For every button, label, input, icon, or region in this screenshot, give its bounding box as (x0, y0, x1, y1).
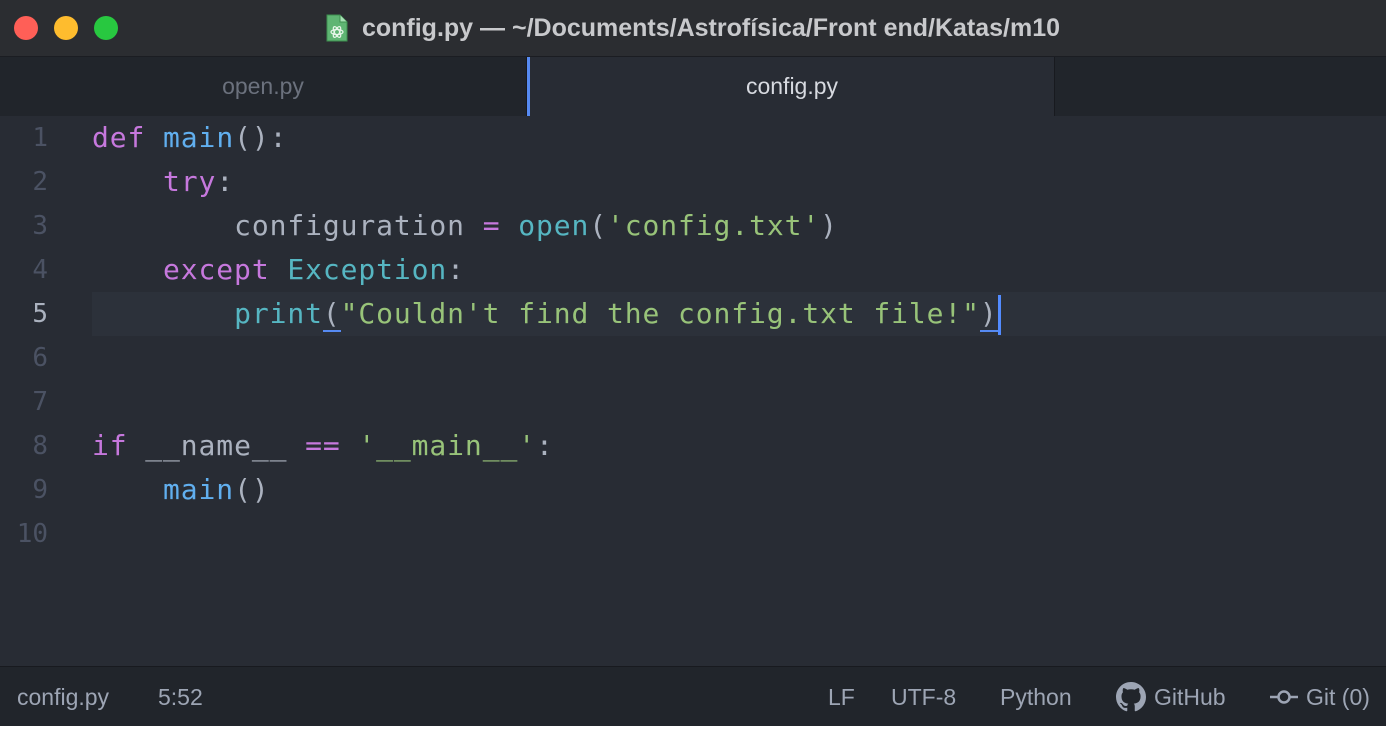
line-number[interactable]: 8 (0, 424, 48, 468)
background-document-strip (0, 726, 1386, 732)
tab-label: open.py (222, 73, 304, 99)
token-punct: : (535, 429, 554, 462)
token-string: '__main__' (358, 429, 536, 462)
token-keyword: try (163, 165, 217, 198)
token-punct: ( (589, 209, 608, 242)
token-bracket-match: ( (322, 297, 341, 332)
token-bracket-match: ) (979, 297, 998, 332)
line-number[interactable]: 1 (0, 116, 48, 160)
tab-config-py[interactable]: config.py (527, 57, 1055, 116)
git-commit-icon (1270, 687, 1298, 707)
tab-bar: open.py config.py (0, 57, 1386, 117)
code-editor[interactable]: 1 2 3 4 5 6 7 8 9 10 def main(): try: co… (0, 116, 1386, 666)
window-title-area: config.py — ~/Documents/Astrofísica/Fron… (0, 0, 1386, 56)
status-line-ending-label: LF (828, 683, 855, 710)
line-number[interactable]: 9 (0, 468, 48, 512)
status-grammar-label: Python (1000, 683, 1072, 710)
status-git[interactable]: Git (0) (1270, 667, 1370, 726)
tab-label: config.py (745, 73, 839, 99)
token-keyword: except (163, 253, 270, 286)
status-encoding-label: UTF-8 (891, 683, 957, 710)
token-function: main (163, 121, 235, 154)
line-number[interactable]: 2 (0, 160, 48, 204)
token-string: "Couldn't find the config.txt file!" (340, 297, 980, 330)
text-cursor (997, 295, 1001, 335)
token-variable: configuration (234, 209, 465, 242)
line-number[interactable]: 7 (0, 380, 48, 424)
code-line-5[interactable]: print("Couldn't find the config.txt file… (92, 292, 1001, 336)
status-bar: config.py 5:52 LF UTF-8 Python GitHub Gi… (0, 666, 1386, 726)
line-number[interactable]: 6 (0, 336, 48, 380)
token-punct: (): (234, 121, 288, 154)
status-git-label: Git (0) (1306, 683, 1370, 710)
status-file-path[interactable]: config.py (17, 667, 109, 726)
status-encoding[interactable]: UTF-8 (891, 667, 956, 726)
editor-window: config.py — ~/Documents/Astrofísica/Fron… (0, 0, 1386, 726)
status-github-label: GitHub (1154, 683, 1226, 710)
token-builtin: print (234, 297, 323, 330)
window-title: config.py — ~/Documents/Astrofísica/Fron… (361, 13, 1061, 42)
line-number-current[interactable]: 5 (0, 292, 48, 336)
token-keyword: if (92, 429, 128, 462)
token-punct: : (216, 165, 235, 198)
code-line-2[interactable]: try: (92, 160, 234, 204)
status-line-ending[interactable]: LF (828, 667, 855, 726)
code-line-4[interactable]: except Exception: (92, 248, 465, 292)
token-function: main (163, 473, 235, 506)
title-bar[interactable]: config.py — ~/Documents/Astrofísica/Fron… (0, 0, 1386, 57)
line-number[interactable]: 4 (0, 248, 48, 292)
github-icon (1116, 682, 1146, 712)
line-number[interactable]: 3 (0, 204, 48, 248)
code-line-3[interactable]: configuration = open('config.txt') (92, 204, 838, 248)
status-github[interactable]: GitHub (1116, 667, 1226, 726)
line-number[interactable]: 10 (0, 512, 48, 556)
token-operator: = (482, 209, 501, 242)
token-string: 'config.txt' (607, 209, 821, 242)
status-cursor-position[interactable]: 5:52 (158, 667, 203, 726)
token-variable: __name__ (145, 429, 288, 462)
token-punct: ) (820, 209, 838, 242)
status-grammar[interactable]: Python (1000, 667, 1072, 726)
token-class: Exception (287, 253, 448, 286)
token-builtin: open (518, 209, 590, 242)
status-file-label: config.py (17, 683, 110, 710)
token-punct: () (234, 473, 270, 506)
code-line-1[interactable]: def main(): (92, 116, 287, 160)
token-keyword: def (92, 121, 146, 154)
token-punct: : (447, 253, 465, 286)
code-line-8[interactable]: if __name__ == '__main__': (92, 424, 554, 468)
status-cursor-label: 5:52 (158, 683, 203, 710)
code-line-9[interactable]: main() (92, 468, 270, 512)
token-operator: == (305, 429, 341, 462)
file-proxy-icon[interactable] (326, 14, 348, 42)
tab-open-py[interactable]: open.py (0, 57, 527, 116)
